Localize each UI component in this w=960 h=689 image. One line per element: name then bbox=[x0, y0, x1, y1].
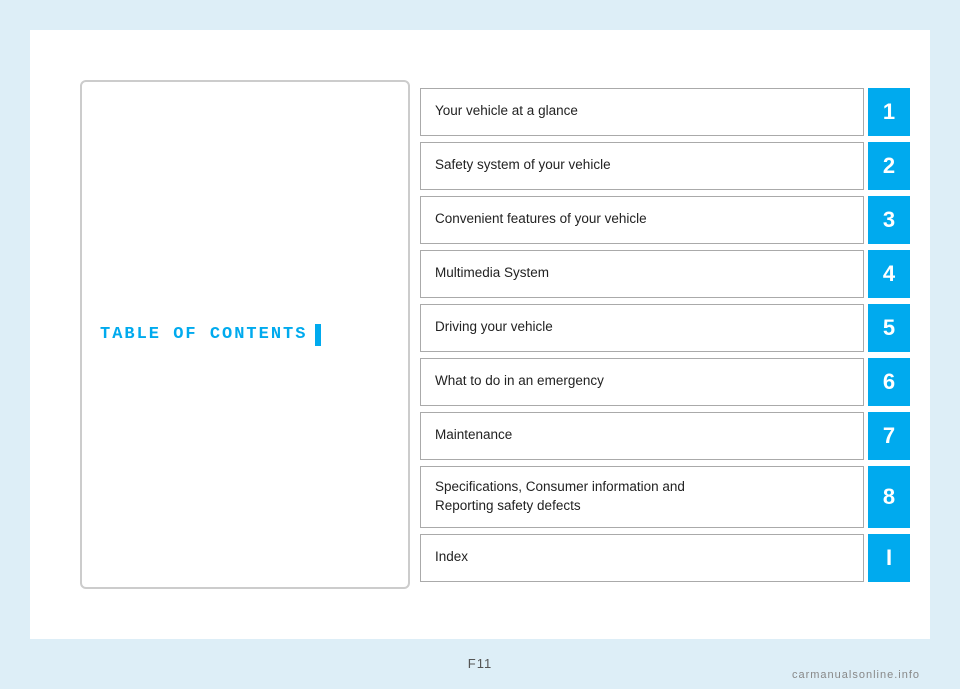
toc-row[interactable]: Convenient features of your vehicle 3 bbox=[420, 196, 910, 244]
toc-title: TABLE OF CONTENTS bbox=[100, 325, 307, 344]
toc-label: Your vehicle at a glance bbox=[420, 88, 864, 136]
toc-label-text: Convenient features of your vehicle bbox=[435, 210, 647, 229]
toc-number: 5 bbox=[868, 304, 910, 352]
toc-list: Your vehicle at a glance 1 Safety system o… bbox=[410, 30, 930, 639]
toc-label: Convenient features of your vehicle bbox=[420, 196, 864, 244]
toc-number: 3 bbox=[868, 196, 910, 244]
toc-number: 6 bbox=[868, 358, 910, 406]
watermark: carmanualsonline.info bbox=[792, 669, 920, 681]
toc-label-text: Driving your vehicle bbox=[435, 318, 553, 337]
toc-label-text: Your vehicle at a glance bbox=[435, 102, 578, 121]
toc-number: I bbox=[868, 534, 910, 582]
toc-title-container: TABLE OF CONTENTS bbox=[100, 324, 321, 346]
toc-label: Specifications, Consumer information and… bbox=[420, 466, 864, 528]
toc-label: Index bbox=[420, 534, 864, 582]
toc-label-text: Maintenance bbox=[435, 426, 512, 445]
toc-label-text: Multimedia System bbox=[435, 264, 549, 283]
toc-label: Safety system of your vehicle bbox=[420, 142, 864, 190]
toc-title-bar bbox=[315, 324, 321, 346]
toc-label-text: What to do in an emergency bbox=[435, 372, 604, 391]
toc-row[interactable]: Driving your vehicle 5 bbox=[420, 304, 910, 352]
toc-number: 2 bbox=[868, 142, 910, 190]
page-number: F11 bbox=[468, 656, 492, 671]
toc-row[interactable]: Your vehicle at a glance 1 bbox=[420, 88, 910, 136]
toc-label-text: Index bbox=[435, 548, 468, 567]
toc-label: Maintenance bbox=[420, 412, 864, 460]
toc-row[interactable]: Specifications, Consumer information and… bbox=[420, 466, 910, 528]
toc-label: What to do in an emergency bbox=[420, 358, 864, 406]
toc-label: Multimedia System bbox=[420, 250, 864, 298]
toc-number: 8 bbox=[868, 466, 910, 528]
toc-label-text: Specifications, Consumer information and… bbox=[435, 478, 685, 516]
toc-row[interactable]: Maintenance 7 bbox=[420, 412, 910, 460]
main-content: TABLE OF CONTENTS Your vehicle at a glan… bbox=[30, 30, 930, 639]
left-panel: TABLE OF CONTENTS bbox=[30, 30, 410, 639]
toc-number: 1 bbox=[868, 88, 910, 136]
toc-label-text: Safety system of your vehicle bbox=[435, 156, 611, 175]
toc-row[interactable]: Safety system of your vehicle 2 bbox=[420, 142, 910, 190]
toc-row[interactable]: Index I bbox=[420, 534, 910, 582]
toc-number: 7 bbox=[868, 412, 910, 460]
toc-row[interactable]: What to do in an emergency 6 bbox=[420, 358, 910, 406]
toc-row[interactable]: Multimedia System 4 bbox=[420, 250, 910, 298]
toc-label: Driving your vehicle bbox=[420, 304, 864, 352]
toc-number: 4 bbox=[868, 250, 910, 298]
